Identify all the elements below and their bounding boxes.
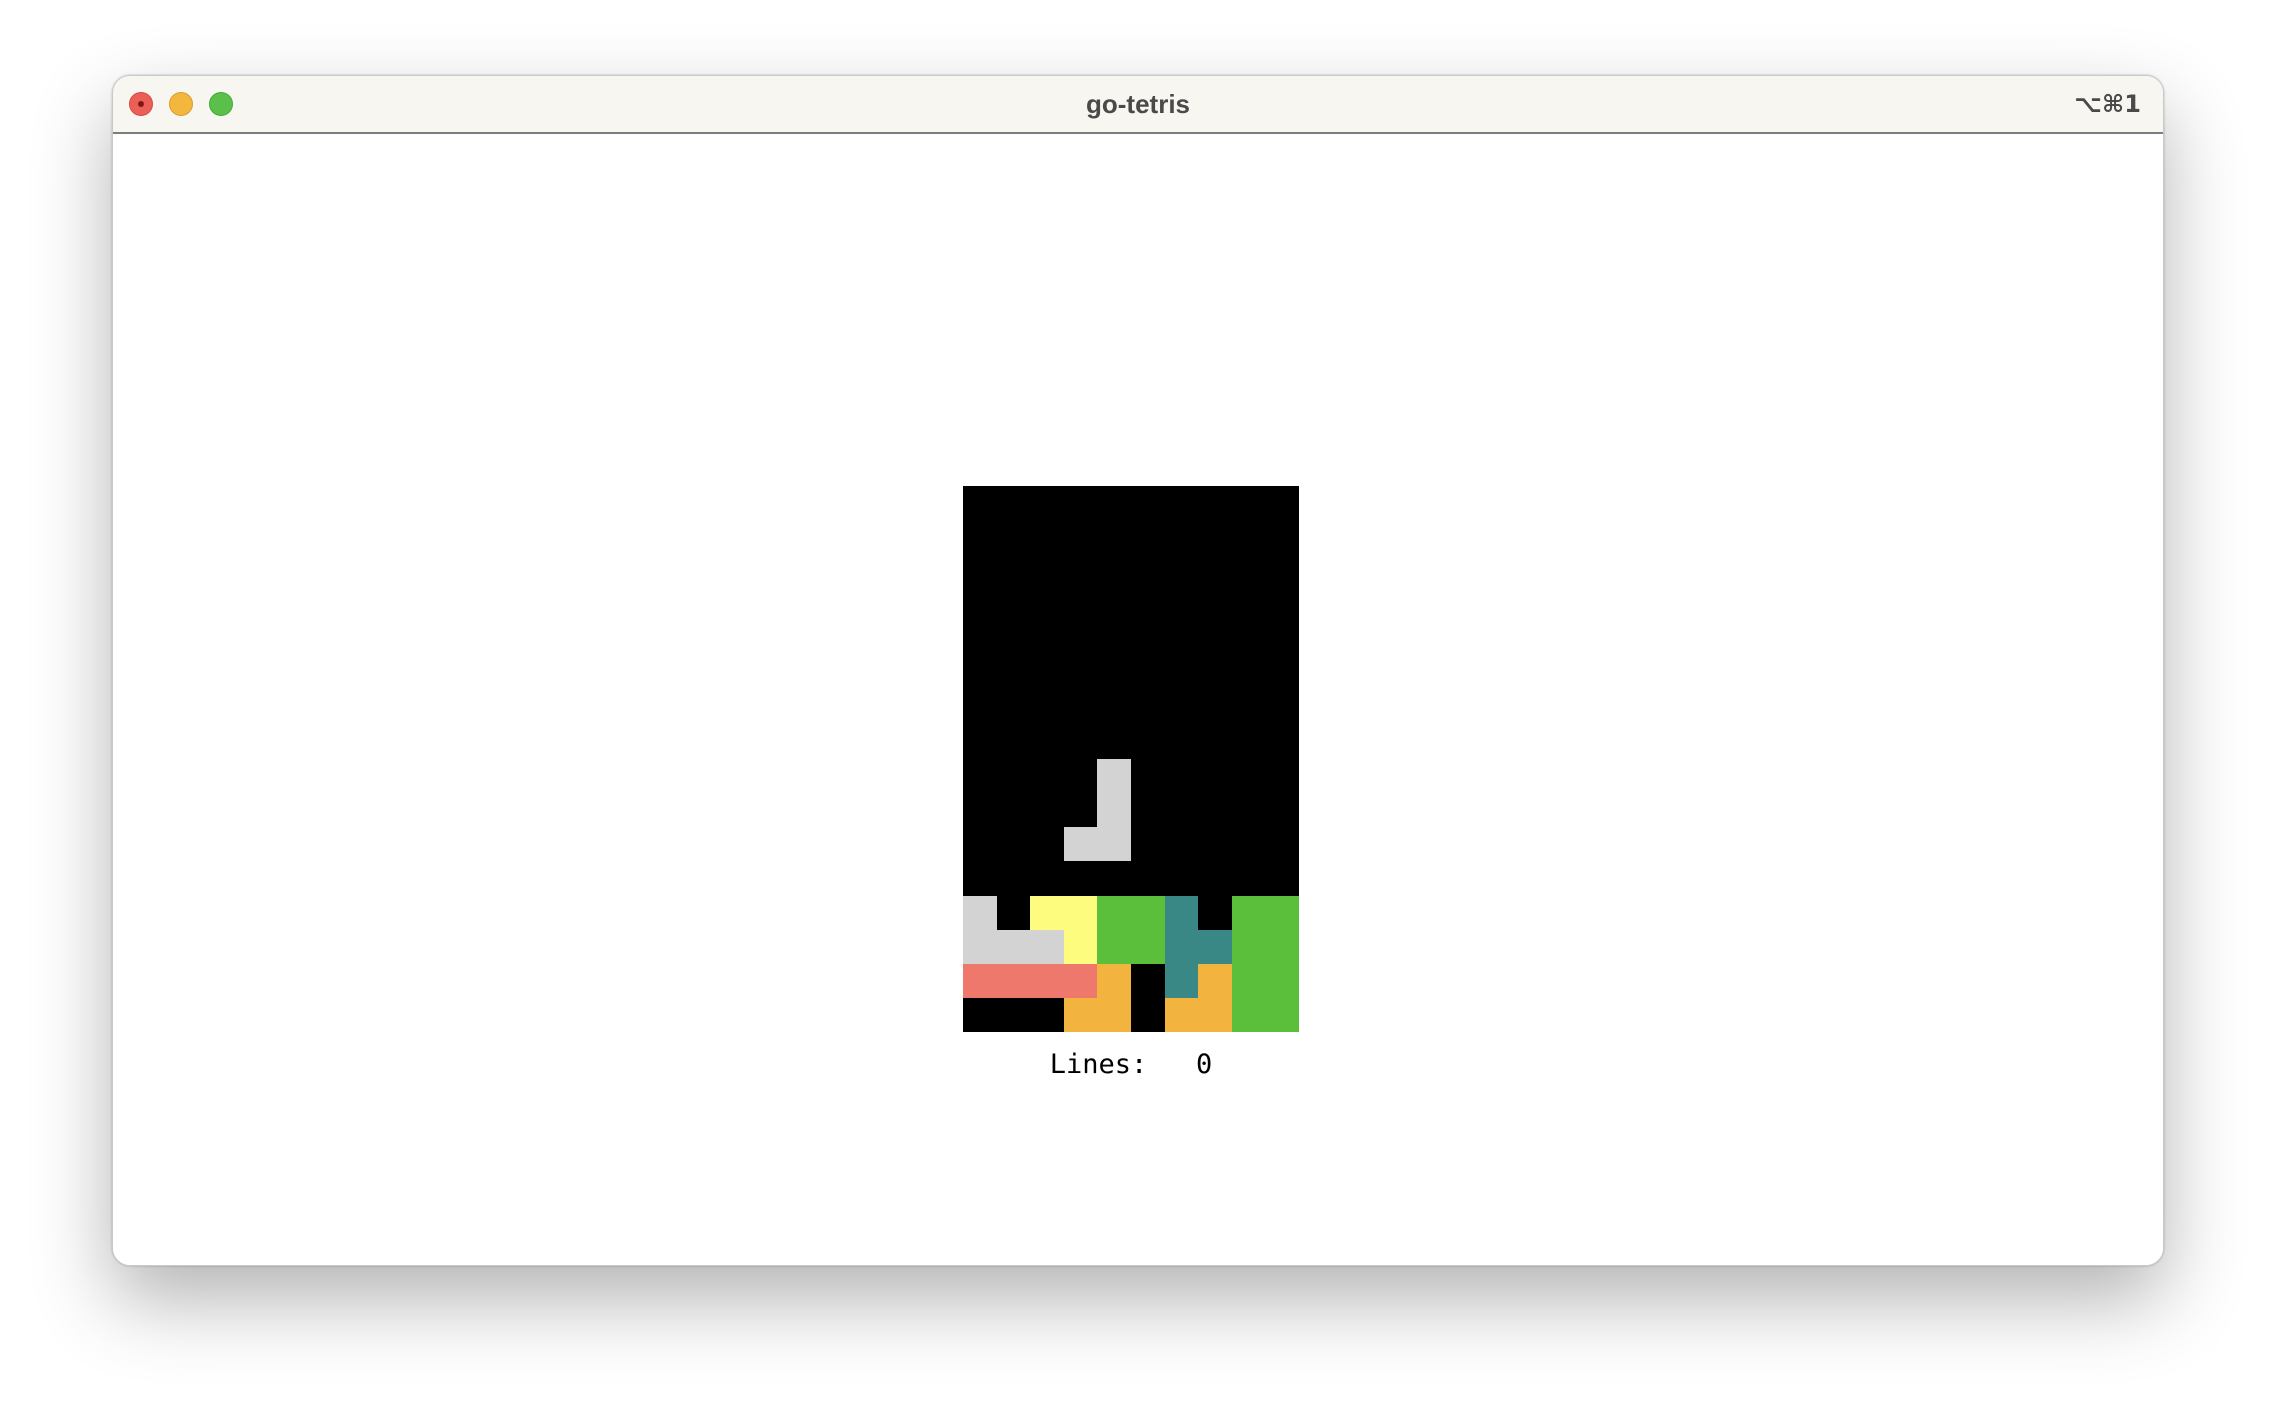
lines-counter: Lines: 0 — [963, 1049, 1299, 1080]
stack-cell — [963, 896, 997, 930]
stack-cell — [1265, 896, 1299, 930]
stack-cell — [1232, 964, 1265, 998]
stack-cell — [963, 964, 997, 998]
stack-cell — [1064, 896, 1097, 930]
stack-cell — [1232, 930, 1265, 964]
stack-cell — [1097, 930, 1131, 964]
stack-cell — [963, 930, 997, 964]
stack-cell — [1097, 964, 1131, 998]
title-bar[interactable]: go-tetris ⌥⌘1 — [113, 76, 2163, 134]
stack-cell — [1165, 930, 1198, 964]
stack-cell — [1165, 896, 1198, 930]
falling-piece-cell — [1097, 793, 1131, 827]
stack-cell — [1064, 964, 1097, 998]
stack-cell — [997, 930, 1030, 964]
stack-cell — [1165, 998, 1198, 1032]
tetris-board — [963, 486, 1299, 1032]
stack-cell — [1064, 998, 1097, 1032]
stack-cell — [1198, 998, 1232, 1032]
stack-cell — [1265, 998, 1299, 1032]
falling-piece-cell — [1097, 827, 1131, 861]
stack-cell — [1131, 896, 1165, 930]
stack-cell — [1097, 998, 1131, 1032]
falling-piece-cell — [1097, 759, 1131, 793]
stack-cell — [1030, 930, 1064, 964]
falling-piece-cell — [1064, 827, 1097, 861]
stack-cell — [1198, 930, 1232, 964]
stack-cell — [997, 964, 1030, 998]
stack-cell — [1030, 896, 1064, 930]
stack-cell — [1165, 964, 1198, 998]
stack-cell — [1265, 964, 1299, 998]
stack-cell — [1064, 930, 1097, 964]
lines-label: Lines: — [1049, 1049, 1148, 1080]
window-title: go-tetris — [1086, 89, 1190, 119]
stack-cell — [1232, 896, 1265, 930]
stack-cell — [1265, 930, 1299, 964]
stack-cell — [1097, 896, 1131, 930]
stack-cell — [1030, 964, 1064, 998]
window-shortcut-label: ⌥⌘1 — [2074, 90, 2141, 118]
stack-cell — [1131, 930, 1165, 964]
stack-cell — [1232, 998, 1265, 1032]
app-window: go-tetris ⌥⌘1 Lines: 0 — [112, 75, 2164, 1266]
stack-cell — [1198, 964, 1232, 998]
terminal-content[interactable]: Lines: 0 — [113, 134, 2163, 1265]
lines-value: 0 — [1196, 1049, 1213, 1080]
